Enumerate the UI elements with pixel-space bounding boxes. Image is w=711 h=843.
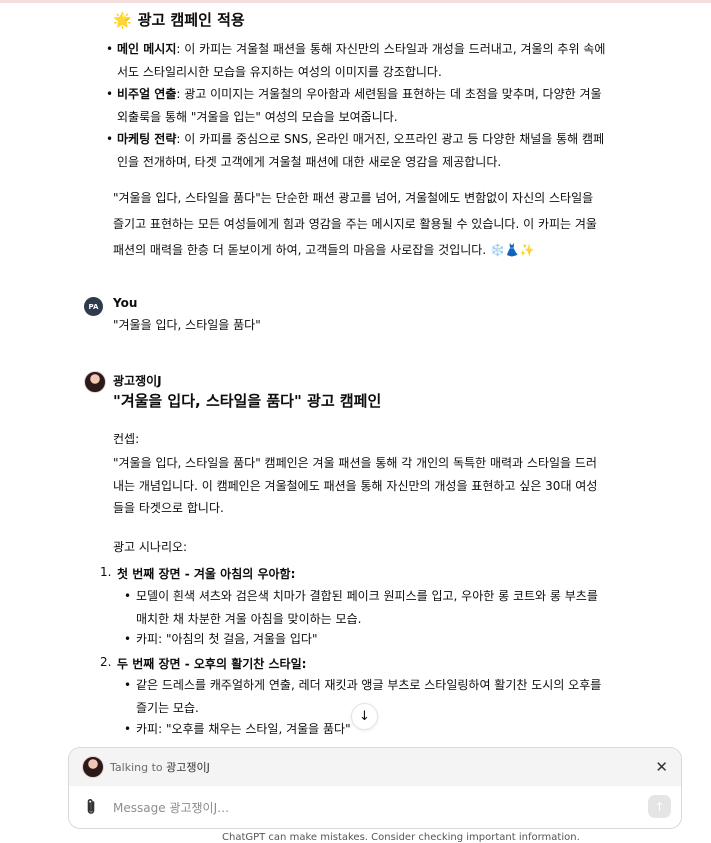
bullet-visual: 비주얼 연출: 광고 이미지는 겨울철의 우아함과 세련됨을 표현하는 데 초점… <box>106 83 607 128</box>
assistant-avatar-small <box>82 756 104 778</box>
send-button[interactable]: ↑ <box>648 795 671 818</box>
step-title: 두 번째 장면 - 오후의 활기찬 스타일: <box>117 657 307 671</box>
talking-to-bar: Talking to 광고쟁이J ✕ <box>69 748 681 786</box>
arrow-down-icon: ↓ <box>359 709 370 724</box>
concept-text: "겨울을 입다, 스타일을 품다" 캠페인은 겨울 패션을 통해 각 개인의 독… <box>113 456 598 515</box>
assistant-name: 광고쟁이J <box>113 374 162 388</box>
bullet-label: 마케팅 전략 <box>117 132 177 146</box>
section-heading-text: 광고 캠페인 적용 <box>137 11 245 29</box>
bullet-label: 비주얼 연출 <box>117 87 177 101</box>
arrow-up-icon: ↑ <box>654 799 665 814</box>
paperclip-svg <box>87 799 95 814</box>
star-icon: 🌟 <box>113 10 132 29</box>
scenario-label: 광고 시나리오: <box>113 540 188 554</box>
scroll-to-bottom-button[interactable]: ↓ <box>351 703 378 730</box>
step-number: 1. <box>100 565 112 579</box>
bullet-text: : 광고 이미지는 겨울철의 우아함과 세련됨을 표현하는 데 초점을 맞추며,… <box>117 87 602 124</box>
bullet-text: : 이 카피는 겨울철 패션을 통해 자신만의 스타일과 개성을 드러내고, 겨… <box>117 42 606 79</box>
bullet-label: 메인 메시지 <box>117 42 177 56</box>
disclaimer-text: ChatGPT can make mistakes. Consider chec… <box>222 832 580 843</box>
campaign-title: "겨울을 입다, 스타일을 품다" 광고 캠페인 <box>113 392 382 410</box>
user-name: You <box>113 296 138 310</box>
close-icon[interactable]: ✕ <box>655 758 668 776</box>
user-avatar: PA <box>84 297 103 316</box>
bullet-main-message: 메인 메시지: 이 카피는 겨울철 패션을 통해 자신만의 스타일과 개성을 드… <box>106 38 607 83</box>
talking-name: 광고쟁이J <box>166 761 210 774</box>
assistant-avatar <box>84 371 106 393</box>
section-heading: 🌟 광고 캠페인 적용 <box>113 9 245 30</box>
user-message-text: "겨울을 입다, 스타일을 품다" <box>113 318 261 332</box>
top-accent-line <box>0 0 711 3</box>
bullet-marketing: 마케팅 전략: 이 카피를 중심으로 SNS, 온라인 매거진, 오프라인 광고… <box>106 128 607 173</box>
talking-prefix: Talking to <box>110 761 163 774</box>
step-item: 카피: "아침의 첫 걸음, 겨울을 입다" <box>124 628 606 651</box>
message-input[interactable] <box>111 797 635 819</box>
step-item: 모델이 흰색 셔츠와 검은색 치마가 결합된 페이크 원피스를 입고, 우아한 … <box>124 585 606 631</box>
paperclip-icon[interactable] <box>85 798 97 820</box>
talking-to-label: Talking to 광고쟁이J <box>110 759 210 775</box>
step-number: 2. <box>100 655 112 669</box>
message-composer: Talking to 광고쟁이J ✕ ↑ <box>68 747 682 829</box>
closing-paragraph: "겨울을 입다, 스타일을 품다"는 단순한 패션 광고를 넘어, 겨울철에도 … <box>113 191 597 257</box>
step-title: 첫 번째 장면 - 겨울 아침의 우아함: <box>117 567 296 581</box>
concept-label: 컨셉: <box>113 432 140 446</box>
bullet-text: : 이 카피를 중심으로 SNS, 온라인 매거진, 오프라인 광고 등 다양한… <box>117 132 605 169</box>
